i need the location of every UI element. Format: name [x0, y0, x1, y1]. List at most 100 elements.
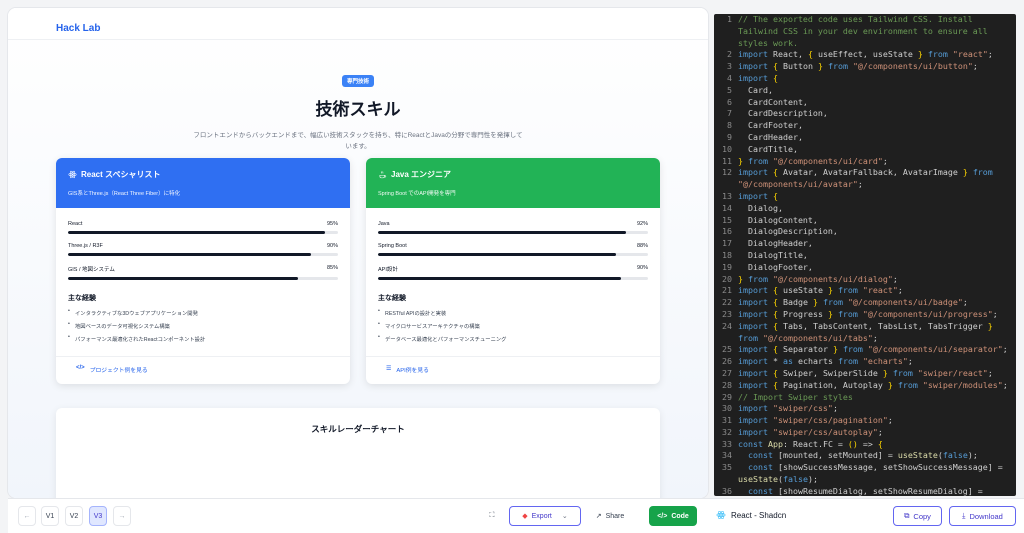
code-text: } from "@/components/ui/card";: [738, 155, 888, 166]
section-badge: 専門技術: [341, 75, 374, 87]
skill-name: GIS / 地図システム: [68, 267, 115, 273]
line-number: 20: [722, 273, 732, 284]
line-number: 16: [722, 226, 732, 237]
code-text: CardFooter,: [738, 120, 803, 131]
experience-title: 主な経験: [378, 295, 406, 302]
code-line: 9 CardHeader,: [714, 132, 1016, 144]
code-icon: </>: [76, 365, 85, 371]
code-line: 18 DialogTitle,: [714, 250, 1016, 262]
line-number: 29: [722, 391, 732, 402]
code-line: 35 const [showSuccessMessage, setShowSuc…: [714, 462, 1016, 474]
project-examples-link[interactable]: </> プロジェクト例を見る: [56, 356, 350, 384]
next-version-button[interactable]: →: [113, 506, 131, 526]
line-number: [714, 333, 738, 345]
code-text: CardContent,: [738, 96, 808, 107]
code-line: 30 import "swiper/css";: [714, 403, 1016, 415]
copy-label: Copy: [913, 511, 931, 521]
code-line: 33 const App: React.FC = () => {: [714, 439, 1016, 451]
line-number: 32: [722, 426, 732, 437]
code-text: import { Tabs, TabsContent, TabsList, Ta…: [738, 320, 993, 331]
skill-item: GIS / 地図システム 85%: [68, 265, 338, 280]
skill-progress-bar: [378, 231, 648, 234]
fullscreen-button[interactable]: ⛶: [482, 506, 502, 526]
code-line: 3 import { Button } from "@/components/ui…: [714, 61, 1016, 73]
card-title-text: React スペシャリスト: [81, 170, 161, 179]
skill-progress-bar: [68, 277, 338, 280]
skill-item: Three.js / R3F 90%: [68, 243, 338, 256]
code-line: 23 import { Progress } from "@/components…: [714, 309, 1016, 321]
code-text: CardTitle,: [738, 143, 798, 154]
skill-item: API設計 90%: [378, 265, 648, 280]
line-number: 15: [722, 214, 732, 225]
skill-progress-bar: [378, 277, 648, 280]
site-header: Hack Lab: [8, 8, 708, 40]
line-number: [714, 38, 738, 50]
react-icon: [716, 510, 726, 520]
export-button[interactable]: ◆ Export ⌄: [509, 506, 581, 526]
skill-name: API設計: [378, 267, 398, 273]
version-button-v1[interactable]: V1: [41, 506, 59, 526]
skill-item: React 95%: [68, 221, 338, 234]
card-title: Java エンジニア: [378, 169, 648, 180]
code-line: 29 // Import Swiper styles: [714, 392, 1016, 404]
experience-list: RESTful APIの設計と実装 マイクロサービスアーキテクチャの構築 データ…: [366, 303, 660, 343]
api-examples-link[interactable]: ☰ API例を見る: [366, 356, 660, 384]
code-line: 27 import { Swiper, SwiperSlide } from "s…: [714, 368, 1016, 380]
line-number: 21: [722, 285, 732, 296]
section-title: 技術スキル: [315, 100, 401, 119]
share-button[interactable]: ↗ Share: [588, 506, 632, 526]
card-header: React スペシャリスト GIS系とThree.js（React Three …: [56, 158, 350, 208]
code-text: const [mounted, setMounted] = useState(f…: [748, 450, 978, 461]
code-line: 4 import {: [714, 73, 1016, 85]
code-text: DialogHeader,: [738, 238, 813, 249]
code-line: 12 import { Avatar, AvatarFallback, Avata…: [714, 167, 1016, 179]
line-number: 30: [722, 403, 732, 414]
skill-name: Three.js / R3F: [68, 243, 103, 249]
line-number: 10: [722, 143, 732, 154]
code-text: CardDescription,: [738, 108, 828, 119]
code-text: Dialog,: [738, 202, 783, 213]
preview-page: Hack Lab 専門技術 技術スキル フロントエンドからバックエンドまで、幅広…: [8, 8, 708, 498]
code-text: CardHeader,: [738, 131, 803, 142]
version-button-v3[interactable]: V3: [89, 506, 107, 526]
skill-item: Spring Boot 88%: [378, 243, 648, 256]
code-line: 19 DialogFooter,: [714, 262, 1016, 274]
copy-button[interactable]: ⧉ Copy: [893, 506, 942, 526]
server-icon: ☰: [386, 366, 392, 372]
download-label: Download: [969, 511, 1003, 521]
framework-label-text: React - Shadcn: [731, 510, 787, 520]
skill-progress-fill: [378, 231, 627, 234]
card-title: React スペシャリスト: [68, 169, 338, 180]
skill-progress-fill: [68, 277, 298, 280]
line-number: 26: [722, 356, 732, 367]
code-text: DialogContent,: [738, 214, 818, 225]
code-label: Code: [671, 512, 689, 520]
java-icon: [379, 171, 387, 179]
line-number: 12: [722, 167, 732, 178]
line-number: 14: [722, 202, 732, 213]
experience-item: データベース最適化とパフォーマンスチューニング: [378, 334, 648, 343]
skill-card-react: React スペシャリスト GIS系とThree.js（React Three …: [56, 158, 350, 384]
card-footer-label: API例を見る: [396, 368, 429, 374]
code-button[interactable]: </> Code: [649, 506, 697, 526]
previous-version-button[interactable]: ←: [18, 506, 36, 526]
code-text: import * as echarts from "echarts";: [738, 356, 913, 367]
copy-icon: ⧉: [904, 511, 910, 520]
skill-name: Spring Boot: [378, 243, 407, 249]
version-button-v2[interactable]: V2: [65, 506, 83, 526]
code-editor[interactable]: 1 // The exported code uses Tailwind CSS.…: [714, 14, 1016, 496]
code-text: import { Pagination, Autoplay } from "sw…: [738, 379, 1008, 390]
skill-progress-fill: [378, 277, 621, 280]
code-line: 15 DialogContent,: [714, 215, 1016, 227]
code-text: Card,: [738, 84, 773, 95]
brand-logo[interactable]: Hack Lab: [56, 23, 100, 34]
section-subtitle: フロントエンドからバックエンドまで、幅広い技術スタックを持ち、特にReactとJ…: [193, 132, 523, 150]
download-icon: ⤓: [962, 511, 966, 520]
code-line: 31 import "swiper/css/pagination";: [714, 415, 1016, 427]
download-button[interactable]: ⤓ Download: [949, 506, 1016, 526]
experience-item: マイクロサービスアーキテクチャの構築: [378, 321, 648, 330]
preview-pane: Hack Lab 専門技術 技術スキル フロントエンドからバックエンドまで、幅広…: [8, 8, 708, 498]
code-text: import { Swiper, SwiperSlide } from "swi…: [738, 367, 993, 378]
code-line: 26 import * as echarts from "echarts";: [714, 356, 1016, 368]
line-number: 27: [722, 367, 732, 378]
